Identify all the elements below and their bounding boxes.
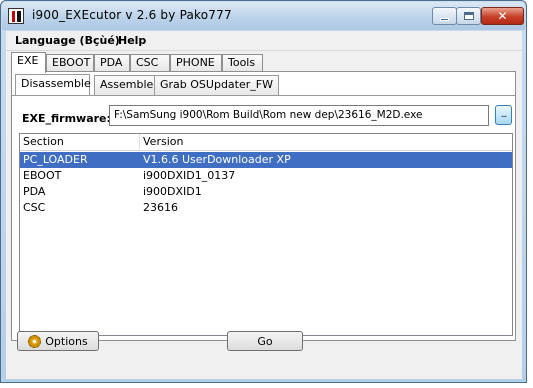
browse-button[interactable]: ... xyxy=(495,105,512,125)
subtab-disassemble[interactable]: Disassemble xyxy=(15,74,91,95)
subtab-grab-osupdater[interactable]: Grab OSUpdater_FW xyxy=(154,75,279,95)
table-row[interactable]: EBOOT i900DXID1_0137 xyxy=(20,168,512,184)
maximize-button[interactable] xyxy=(456,7,481,25)
maximize-icon xyxy=(463,12,474,20)
minimize-button[interactable] xyxy=(432,7,457,25)
tab-pda[interactable]: PDA xyxy=(94,54,130,72)
cell-version: i900DXID1_0137 xyxy=(143,169,236,182)
table-row[interactable]: CSC 23616 xyxy=(20,200,512,216)
options-button[interactable]: Options xyxy=(17,331,99,351)
cell-section: PC_LOADER xyxy=(23,153,88,166)
cell-version: 23616 xyxy=(143,201,178,214)
close-icon: ✕ xyxy=(497,9,508,23)
menu-language[interactable]: Language (Bçùé) xyxy=(15,34,120,47)
tab-phone[interactable]: PHONE xyxy=(170,54,222,72)
minimize-icon xyxy=(440,17,449,21)
app-icon[interactable] xyxy=(8,8,24,24)
close-button[interactable]: ✕ xyxy=(481,7,524,25)
sections-table[interactable]: Section Version PC_LOADER V1.6.6 UserDow… xyxy=(19,133,513,336)
exe-tab-panel: Disassemble Assemble Grab OSUpdater_FW E… xyxy=(11,71,516,341)
tab-csc[interactable]: CSC xyxy=(130,54,170,72)
cell-section: CSC xyxy=(23,201,46,214)
table-row[interactable]: PC_LOADER V1.6.6 UserDownloader XP xyxy=(20,152,512,168)
window-title: i900_EXEcutor v 2.6 by Pako777 xyxy=(32,8,232,22)
table-header: Section Version xyxy=(20,134,512,151)
table-row[interactable]: PDA i900DXID1 xyxy=(20,184,512,200)
subtab-divider xyxy=(12,95,515,96)
cell-section: PDA xyxy=(23,185,46,198)
options-label: Options xyxy=(45,334,88,348)
menu-bar: Language (Bçùé) Help xyxy=(6,31,522,51)
go-button[interactable]: Go xyxy=(227,331,303,351)
main-window: i900_EXEcutor v 2.6 by Pako777 ✕ Languag… xyxy=(0,0,527,383)
client-area: EXE EBOOT PDA CSC PHONE Tools Disassembl… xyxy=(6,51,522,379)
firmware-label: EXE_firmware: xyxy=(22,112,111,125)
tab-exe[interactable]: EXE xyxy=(11,52,46,73)
cell-version: V1.6.6 UserDownloader XP xyxy=(143,153,291,166)
subtab-assemble[interactable]: Assemble xyxy=(94,75,156,95)
column-version-header[interactable]: Version xyxy=(140,134,512,151)
column-section-header[interactable]: Section xyxy=(20,134,140,151)
tab-tools[interactable]: Tools xyxy=(222,54,263,72)
cell-version: i900DXID1 xyxy=(143,185,202,198)
cell-section: EBOOT xyxy=(23,169,62,182)
tab-eboot[interactable]: EBOOT xyxy=(46,54,94,72)
gear-icon xyxy=(28,334,42,348)
menu-help[interactable]: Help xyxy=(118,34,146,47)
title-bar[interactable]: i900_EXEcutor v 2.6 by Pako777 ✕ xyxy=(2,2,525,30)
firmware-path-input[interactable]: F:\SamSung i900\Rom Build\Rom new dep\23… xyxy=(109,105,489,126)
